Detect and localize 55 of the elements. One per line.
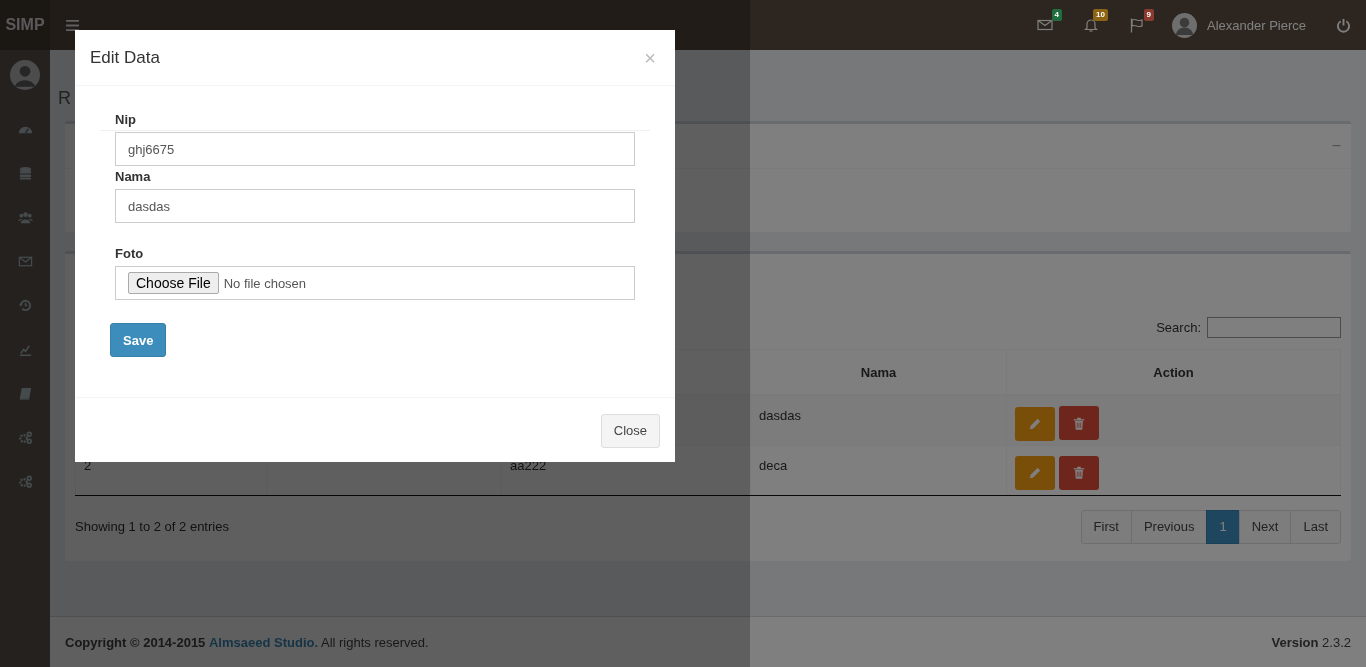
trash-icon	[1071, 415, 1086, 431]
bell-icon	[1083, 17, 1099, 33]
count-badge: 9	[1143, 9, 1154, 21]
entries-info: Showing 1 to 2 of 2 entries	[75, 519, 229, 534]
field-label: Nama	[115, 169, 151, 184]
menu-icon[interactable]	[66, 19, 79, 31]
page-link[interactable]: Last	[1290, 509, 1341, 544]
flag-icon	[1129, 17, 1145, 33]
collapse-button[interactable]: −	[1331, 137, 1341, 155]
users-icon[interactable]	[17, 209, 33, 225]
avatar-icon	[1172, 12, 1197, 38]
dialog-title: Edit Data	[90, 47, 161, 68]
pencil-icon	[1028, 466, 1042, 480]
envelope-icon	[1037, 17, 1053, 33]
notification-toggle[interactable]: 9	[1114, 0, 1160, 50]
search-field[interactable]	[1207, 317, 1341, 338]
studio-link[interactable]: Almsaeed Studio.	[209, 634, 319, 650]
search-label: Search:	[1156, 320, 1201, 335]
avatar-icon	[10, 60, 40, 90]
field-label: Foto	[115, 246, 144, 261]
text-field[interactable]: dasdas	[115, 189, 635, 223]
pencil-icon	[1028, 416, 1042, 431]
page-link[interactable]: First	[1080, 509, 1132, 544]
power-icon[interactable]	[1336, 17, 1351, 33]
table-cell: dasdas	[759, 408, 801, 423]
delete-button[interactable]	[1058, 406, 1099, 440]
field-label: Nip	[115, 112, 136, 127]
app-logo[interactable]: SIMP	[0, 0, 50, 50]
text-field[interactable]: ghj6675	[115, 132, 635, 166]
file-status: No file chosen	[223, 275, 307, 291]
notification-toggle[interactable]: 10	[1068, 0, 1114, 50]
count-badge: 4	[1051, 9, 1062, 21]
delete-button[interactable]	[1058, 455, 1099, 490]
choose-file-button[interactable]: Choose File	[128, 272, 219, 294]
save-button[interactable]: Save	[110, 323, 167, 357]
edit-button[interactable]	[1015, 456, 1055, 490]
page-link[interactable]: Next	[1238, 509, 1292, 544]
page-link[interactable]: 1	[1206, 509, 1240, 544]
copyright-text: Copyright © 2014-2015 Almsaeed Studio. All rights reserved.	[65, 634, 429, 650]
table-cell: deca	[759, 457, 788, 473]
user-menu[interactable]: Alexander Pierce	[1172, 12, 1306, 38]
edit-button[interactable]	[1015, 406, 1055, 441]
history-icon[interactable]	[17, 297, 33, 313]
gears-icon[interactable]	[17, 429, 33, 445]
gears-icon[interactable]	[17, 473, 33, 489]
database-icon[interactable]	[17, 165, 33, 181]
user-name: Alexander Pierce	[1207, 17, 1306, 33]
version-text: Version 2.3.2	[1271, 634, 1351, 650]
file-field[interactable]: Choose File No file chosen	[115, 266, 635, 300]
trash-icon	[1071, 465, 1086, 480]
close-button[interactable]: Close	[600, 413, 660, 448]
count-badge: 10	[1093, 9, 1108, 21]
notification-toggle[interactable]: 4	[1022, 0, 1068, 50]
page-link[interactable]: Previous	[1130, 509, 1208, 544]
page-title: R	[58, 87, 71, 110]
